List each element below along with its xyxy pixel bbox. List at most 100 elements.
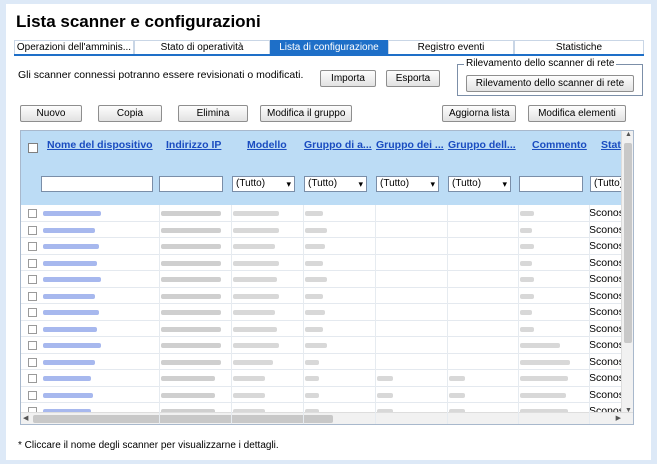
new-button[interactable]: Nuovo [20,105,82,122]
refresh-list-button[interactable]: Aggiorna lista [442,105,516,122]
redacted-cell [233,392,265,398]
column-divider [303,205,304,424]
tab-admin-operations[interactable]: Operazioni dell'amminis... [14,40,134,54]
redacted-cell [520,392,566,398]
filter-device-name[interactable] [41,176,153,192]
table-row[interactable]: Sconosc [21,287,629,304]
tab-statistics[interactable]: Statistiche [514,40,644,54]
redacted-cell [520,244,534,249]
redacted-cell [233,359,273,365]
tab-configuration-list[interactable]: Lista di configurazione [270,40,388,54]
tab-operation-status[interactable]: Stato di operatività [134,40,270,54]
device-name-link[interactable] [43,359,95,365]
redacted-cell [161,260,221,266]
redacted-cell [520,277,534,282]
table-row[interactable]: Sconosc [21,304,629,321]
row-checkbox[interactable] [28,357,37,367]
filter-group-c-select[interactable]: (Tutto) [448,176,511,192]
device-name-link[interactable] [43,392,93,398]
export-button[interactable]: Esporta [386,70,440,87]
filter-ip-address[interactable] [159,176,223,192]
column-divider [231,205,232,424]
column-device-name[interactable]: Nome del dispositivo [47,139,157,151]
table-row[interactable]: Sconosc [21,221,629,238]
delete-button[interactable]: Elimina [178,105,248,122]
edit-group-button[interactable]: Modifica il gruppo [260,105,352,122]
column-comment[interactable]: Commento [532,139,592,151]
column-model[interactable]: Modello [247,139,297,151]
row-checkbox[interactable] [28,324,37,334]
filter-model-select[interactable]: (Tutto) [232,176,295,192]
device-name-link[interactable] [43,227,95,233]
redacted-cell [520,260,532,266]
scroll-left-icon[interactable]: ◀ [23,414,28,422]
redacted-cell [233,277,277,282]
row-checkbox[interactable] [28,225,37,235]
tab-event-log[interactable]: Registro eventi [388,40,514,54]
row-checkbox[interactable] [28,275,37,284]
network-detection-button[interactable]: Rilevamento dello scanner di rete [466,75,634,92]
table-row[interactable]: Sconosc [21,238,629,255]
description-text: Gli scanner connessi potranno essere rev… [18,69,304,81]
device-name-link[interactable] [43,277,101,282]
table-row[interactable]: Sconosc [21,370,629,387]
filter-status[interactable]: (Tutto) [590,176,623,192]
filter-group-b-select[interactable]: (Tutto) [376,176,439,192]
device-name-link[interactable] [43,244,99,249]
horizontal-scrollbar[interactable]: ◀ ▶ [21,412,633,424]
scroll-right-icon[interactable]: ▶ [616,414,621,422]
table-header: Nome del dispositivo Indirizzo IP Modell… [21,131,633,205]
redacted-cell [449,392,465,398]
column-group-c[interactable]: Gruppo dell... [448,139,520,151]
horizontal-scroll-thumb[interactable] [33,415,333,423]
device-name-link[interactable] [43,376,91,381]
redacted-cell [233,326,277,332]
table-row[interactable]: Sconosc [21,386,629,403]
column-status[interactable]: Stat [601,139,623,151]
column-group-b[interactable]: Gruppo dei ... [376,139,448,151]
filter-group-a-select[interactable]: (Tutto) [304,176,367,192]
table-row[interactable]: Sconosc [21,353,629,370]
row-checkbox[interactable] [28,291,37,301]
table-row[interactable]: Sconosc [21,337,629,354]
table-row[interactable]: Sconosc [21,205,629,222]
redacted-cell [233,244,275,249]
vertical-scrollbar[interactable]: ▲ ▼ [621,131,633,414]
redacted-cell [520,227,532,233]
row-checkbox[interactable] [28,308,37,317]
device-name-link[interactable] [43,293,95,299]
scanner-table: Nome del dispositivo Indirizzo IP Modell… [20,130,634,425]
column-group-a[interactable]: Gruppo di a... [304,139,376,151]
filter-comment[interactable] [519,176,583,192]
table-row[interactable]: Sconosc [21,271,629,288]
device-name-link[interactable] [43,310,99,315]
device-name-link[interactable] [43,260,97,266]
copy-button[interactable]: Copia [98,105,162,122]
redacted-cell [161,277,221,282]
redacted-cell [161,244,221,249]
network-detection-group: Rilevamento dello scanner di rete Rileva… [457,58,643,96]
redacted-cell [161,310,221,315]
row-checkbox[interactable] [28,242,37,251]
row-checkbox[interactable] [28,390,37,400]
device-name-link[interactable] [43,343,101,348]
vertical-scroll-thumb[interactable] [624,143,632,343]
device-name-link[interactable] [43,326,97,332]
select-all-checkbox[interactable] [28,143,38,153]
row-checkbox[interactable] [28,209,37,218]
import-button[interactable]: Importa [320,70,376,87]
column-ip-address[interactable]: Indirizzo IP [166,139,232,151]
device-name-link[interactable] [43,211,101,216]
row-checkbox[interactable] [28,258,37,268]
redacted-cell [520,310,532,315]
row-checkbox[interactable] [28,341,37,350]
edit-items-button[interactable]: Modifica elementi [528,105,626,122]
table-row[interactable]: Sconosc [21,320,629,337]
redacted-cell [233,260,279,266]
table-row[interactable]: Sconosc [21,254,629,271]
redacted-cell [520,293,534,299]
redacted-cell [161,376,215,381]
scroll-up-icon[interactable]: ▲ [625,131,632,138]
redacted-cell [161,359,221,365]
row-checkbox[interactable] [28,374,37,383]
